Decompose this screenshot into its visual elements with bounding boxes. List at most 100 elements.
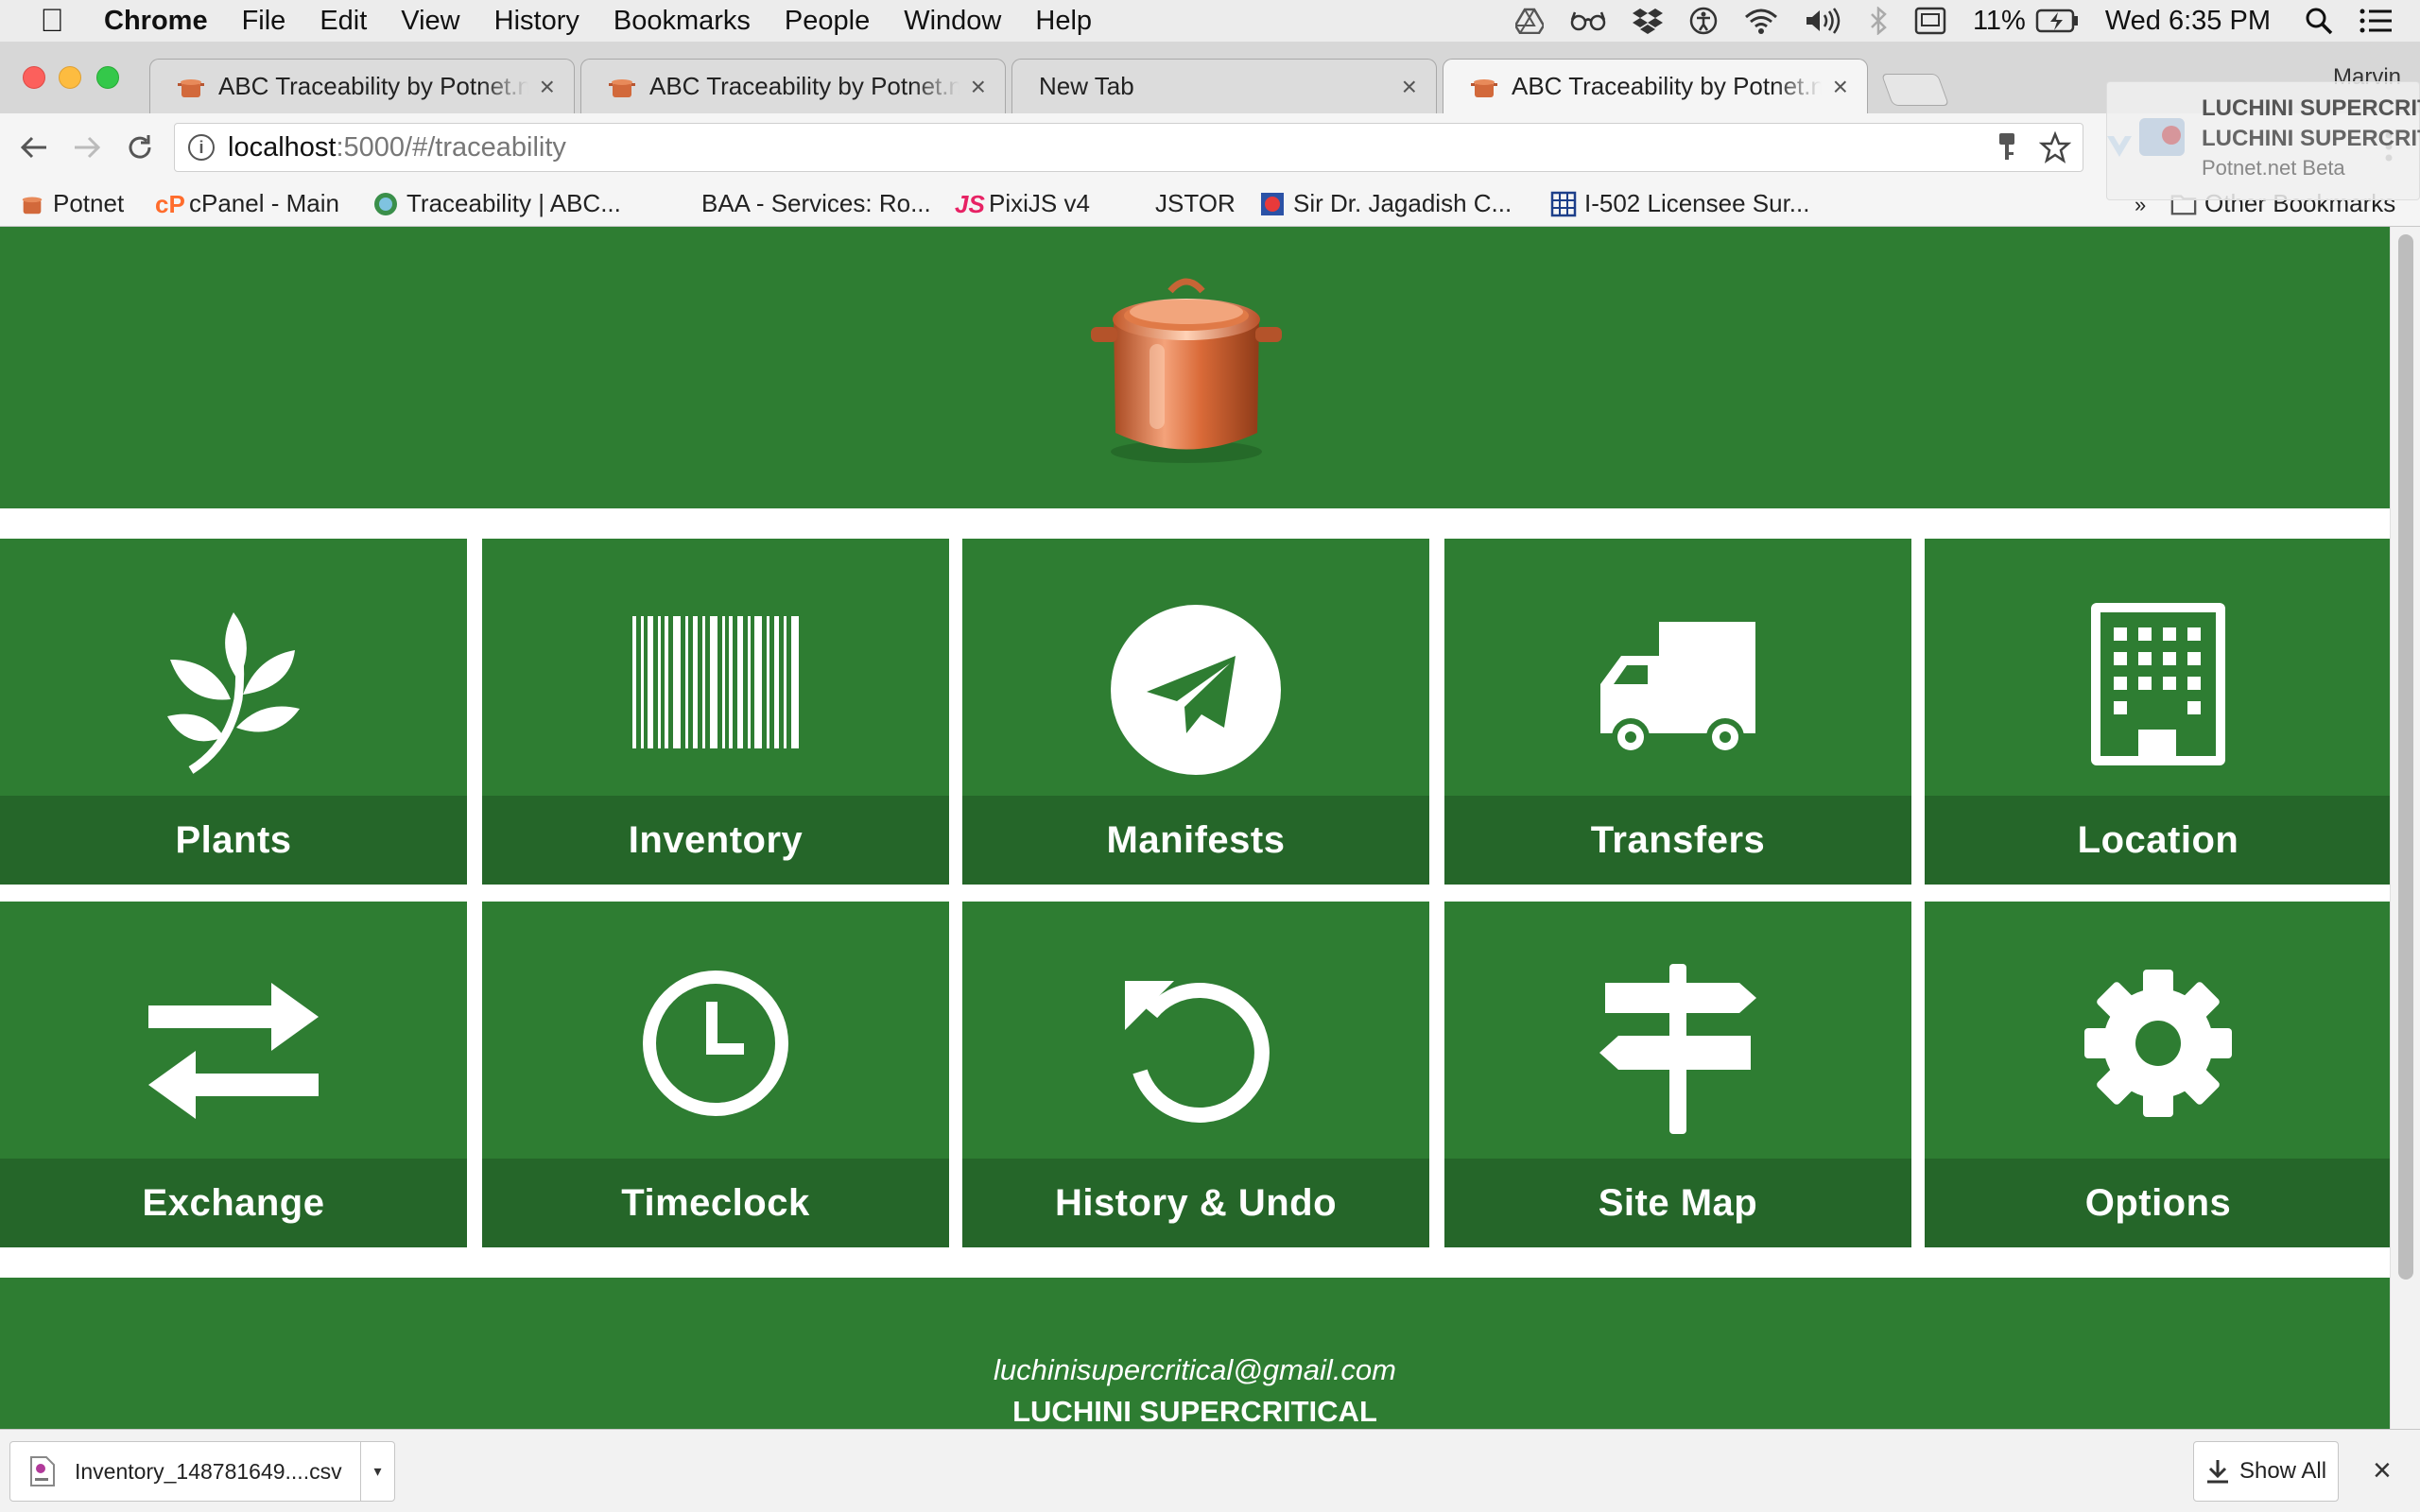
clock-icon	[643, 971, 788, 1116]
tile-options[interactable]: Options	[1925, 902, 2390, 1247]
reading-glasses-icon[interactable]	[1570, 10, 1606, 31]
accessibility-icon[interactable]	[1689, 7, 1718, 35]
leaf-icon	[167, 612, 300, 774]
tile-label: Exchange	[142, 1181, 325, 1224]
wifi-icon[interactable]	[1744, 8, 1778, 34]
bookmark-traceability[interactable]: Traceability | ABC...	[372, 189, 621, 218]
close-download-shelf-icon[interactable]: ×	[2373, 1452, 2392, 1489]
show-all-downloads-button[interactable]: Show All	[2193, 1441, 2339, 1502]
bookmark-jagadish[interactable]: Sir Dr. Jagadish C...	[1259, 189, 1512, 218]
tile-location[interactable]: Location	[1925, 539, 2390, 885]
bookmark-star-icon[interactable]	[2039, 131, 2071, 163]
copper-pot-logo[interactable]	[1087, 253, 1286, 471]
battery-charging-icon[interactable]	[2035, 9, 2079, 33]
forward-arrow-icon[interactable]	[66, 127, 108, 168]
blank-page-icon	[1121, 191, 1148, 217]
text-file-icon	[30, 1456, 55, 1486]
pixijs-icon: JS	[955, 189, 985, 218]
menu-bookmarks[interactable]: Bookmarks	[614, 6, 751, 37]
download-arrow-icon	[2206, 1460, 2228, 1484]
spotlight-search-icon[interactable]	[2305, 7, 2333, 35]
google-drive-icon[interactable]	[1514, 8, 1544, 34]
building-icon	[2091, 603, 2225, 765]
tab-title: New Tab	[1039, 72, 1134, 100]
tab-close-icon[interactable]: ×	[1402, 72, 1417, 102]
tile-exchange[interactable]: Exchange	[0, 902, 467, 1247]
macos-menu-bar:  Chrome File Edit View History Bookmark…	[0, 0, 2420, 42]
pot-favicon-icon	[1471, 78, 1497, 97]
menu-edit[interactable]: Edit	[320, 6, 367, 37]
volume-icon[interactable]	[1805, 8, 1842, 34]
browser-tab[interactable]: ABC Traceability by Potnet.net ×	[580, 59, 1006, 113]
tab-title: ABC Traceability by Potnet.net	[649, 72, 959, 100]
back-arrow-icon[interactable]	[13, 127, 55, 168]
tile-label: Options	[2084, 1181, 2232, 1224]
gear-icon	[2084, 970, 2232, 1117]
bookmark-label: PixiJS v4	[989, 189, 1090, 217]
tile-label: Plants	[175, 818, 292, 861]
browser-tab[interactable]: ABC Traceability by Potnet.net ×	[149, 59, 575, 113]
tile-label: Inventory	[628, 818, 804, 861]
window-close-button[interactable]	[23, 66, 45, 89]
browser-tab[interactable]: New Tab ×	[1011, 59, 1437, 113]
menu-help[interactable]: Help	[1035, 6, 1092, 37]
chrome-tab-strip: ABC Traceability by Potnet.net × ABC Tra…	[0, 42, 2420, 113]
tab-close-icon[interactable]: ×	[540, 72, 555, 102]
tile-label: Manifests	[1106, 818, 1286, 861]
window-minimize-button[interactable]	[59, 66, 81, 89]
keyboard-input-icon[interactable]	[1914, 7, 1946, 35]
menu-status-area: 11% Wed 6:35 PM	[1514, 0, 2420, 42]
page-scrollbar[interactable]	[2390, 227, 2420, 1429]
window-zoom-button[interactable]	[96, 66, 119, 89]
dropbox-icon[interactable]	[1632, 7, 1663, 35]
bookmark-cpanel[interactable]: cP cPanel - Main	[155, 189, 339, 218]
bookmark-label: Traceability | ABC...	[406, 189, 621, 217]
menu-window[interactable]: Window	[904, 6, 1001, 37]
tile-transfers[interactable]: Transfers	[1444, 539, 1911, 885]
tile-manifests[interactable]: Manifests	[962, 539, 1429, 885]
scrollbar-thumb[interactable]	[2398, 234, 2413, 1280]
battery-percent[interactable]: 11%	[1973, 6, 2026, 37]
bookmark-pixijs[interactable]: JS PixiJS v4	[955, 189, 1090, 218]
bookmark-jstor[interactable]: JSTOR	[1121, 189, 1236, 218]
menu-people[interactable]: People	[785, 6, 870, 37]
tab-close-icon[interactable]: ×	[971, 72, 986, 102]
page-content: Plants Inventory Manifests Transfers Loc…	[0, 227, 2390, 1429]
tile-history-undo[interactable]: History & Undo	[962, 902, 1429, 1247]
tab-close-icon[interactable]: ×	[1833, 72, 1848, 102]
bookmark-i502[interactable]: I-502 Licensee Sur...	[1550, 189, 1809, 218]
tile-plants[interactable]: Plants	[0, 539, 467, 885]
tile-label: Site Map	[1598, 1181, 1758, 1224]
apple-menu-icon[interactable]: 	[0, 3, 104, 40]
tile-label: Transfers	[1590, 818, 1766, 861]
tile-label: Timeclock	[621, 1181, 810, 1224]
reload-icon[interactable]	[119, 127, 161, 168]
menu-history[interactable]: History	[494, 6, 579, 37]
footer-company: LUCHINI SUPERCRITICAL	[1012, 1395, 1377, 1428]
browser-tab-active[interactable]: ABC Traceability by Potnet.net ×	[1443, 59, 1868, 113]
tile-label: Location	[2077, 818, 2239, 861]
download-item[interactable]: Inventory_148781649....csv ▾	[9, 1441, 395, 1502]
key-icon[interactable]	[1996, 131, 2018, 163]
app-footer: luchinisupercritical@gmail.com LUCHINI S…	[0, 1278, 2390, 1429]
tab-title: ABC Traceability by Potnet.net	[218, 72, 528, 100]
extension-popup-caption: Potnet.net Beta	[2202, 156, 2345, 180]
show-all-label: Show All	[2238, 1458, 2327, 1484]
download-shelf: Inventory_148781649....csv ▾ Show All ×	[0, 1429, 2420, 1512]
new-tab-button[interactable]	[1880, 74, 1950, 106]
menu-clock[interactable]: Wed 6:35 PM	[2105, 6, 2271, 37]
tile-timeclock[interactable]: Timeclock	[482, 902, 949, 1247]
notification-center-icon[interactable]	[2360, 8, 2394, 34]
menu-view[interactable]: View	[401, 6, 459, 37]
tile-site-map[interactable]: Site Map	[1444, 902, 1911, 1247]
bookmark-baa[interactable]: BAA - Services: Ro...	[667, 189, 931, 218]
site-info-icon[interactable]: i	[188, 134, 215, 161]
menu-file[interactable]: File	[242, 6, 286, 37]
footer-email[interactable]: luchinisupercritical@gmail.com	[0, 1353, 2390, 1387]
tile-inventory[interactable]: Inventory	[482, 539, 949, 885]
bluetooth-icon[interactable]	[1869, 7, 1888, 35]
download-options-chevron-icon[interactable]: ▾	[360, 1442, 394, 1501]
menu-app-name[interactable]: Chrome	[104, 6, 208, 37]
address-bar[interactable]: i localhost :5000/#/traceability	[174, 123, 2083, 172]
bookmark-potnet[interactable]: Potnet	[19, 189, 124, 218]
